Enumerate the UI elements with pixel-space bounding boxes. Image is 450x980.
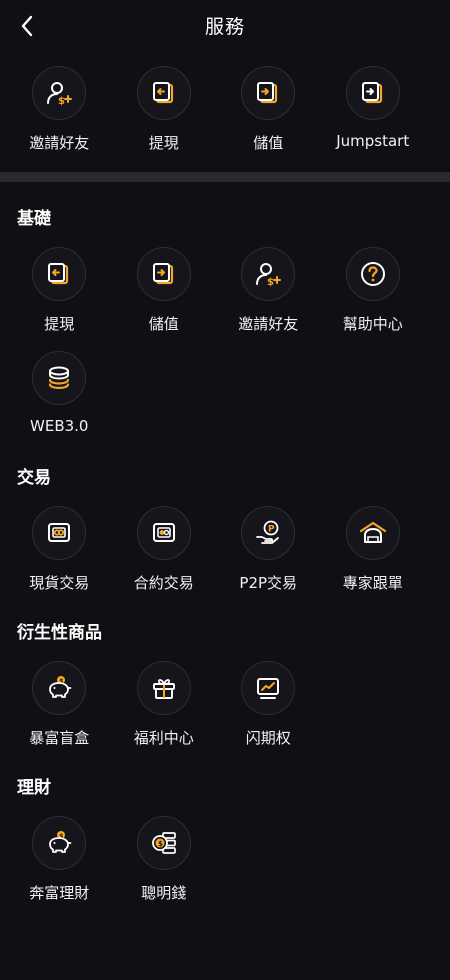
section-grid: $ 奔富理財 $ 聰明錢 (0, 802, 450, 906)
service-tile-invite-friend[interactable]: $ 邀請好友 (7, 52, 112, 156)
service-icon-circle (136, 506, 191, 560)
page-title: 服務 (204, 16, 245, 38)
section-0: 基礎 提現 儲值 $ 邀請好友 幫助中心 WEB3.0 (0, 204, 450, 441)
service-icon-circle (241, 661, 296, 715)
service-tile-withdraw[interactable]: 提現 (7, 233, 112, 337)
jumpstart-icon (358, 78, 388, 108)
web3-icon (44, 363, 74, 393)
service-tile-deposit[interactable]: 儲值 (216, 52, 321, 156)
service-label: 邀請好友 (238, 315, 299, 333)
withdraw-icon (44, 259, 74, 289)
copy-trade-icon (358, 518, 388, 548)
service-label: 聰明錢 (141, 884, 187, 902)
section-title: 交易 (17, 468, 51, 488)
section-2: 衍生性商品 $ 暴富盲盒 福利中心 闪期权 (0, 618, 450, 751)
service-icon-circle (136, 661, 191, 715)
service-label: 提現 (148, 134, 179, 152)
section-title: 衍生性商品 (17, 623, 102, 643)
deposit-icon (149, 259, 179, 289)
service-label: 邀請好友 (29, 134, 90, 152)
service-label: 闪期权 (245, 729, 291, 747)
service-tile-p2p[interactable]: P P2P交易 (216, 492, 321, 596)
withdraw-icon (149, 78, 179, 108)
piggy-icon: $ (44, 828, 74, 858)
invite-friend-icon: $ (44, 78, 74, 108)
service-label: 儲值 (148, 315, 179, 333)
service-icon-circle (241, 66, 296, 120)
service-label: 儲值 (253, 134, 284, 152)
service-icon-circle: $ (32, 661, 87, 715)
service-tile-gift[interactable]: 福利中心 (112, 647, 217, 751)
service-label: Jumpstart (336, 132, 410, 150)
service-label: 奔富理財 (29, 884, 90, 902)
section-3: 理財 $ 奔富理財 $ 聰明錢 (0, 773, 450, 906)
service-icon-circle (345, 247, 400, 301)
gift-icon (149, 673, 179, 703)
service-tile-piggy[interactable]: $ 奔富理財 (7, 802, 112, 906)
deposit-icon (253, 78, 283, 108)
service-tile-spot[interactable]: 現貨交易 (7, 492, 112, 596)
service-label: 暴富盲盒 (29, 729, 90, 747)
invite-friend-icon: $ (253, 259, 283, 289)
service-icon-circle (32, 506, 87, 560)
service-icon-circle (32, 351, 87, 405)
spot-icon (44, 518, 74, 548)
service-label: 專家跟單 (342, 574, 403, 592)
service-label: P2P交易 (239, 574, 298, 592)
service-tile-option[interactable]: 闪期权 (216, 647, 321, 751)
section-title: 基礎 (17, 209, 51, 229)
services-sections: 基礎 提現 儲值 $ 邀請好友 幫助中心 WEB3.0 交易 現貨交易 合約交易… (0, 204, 450, 906)
service-icon-circle (345, 66, 400, 120)
svg-text:$: $ (158, 840, 163, 848)
service-label: 福利中心 (133, 729, 194, 747)
piggy-icon: $ (44, 673, 74, 703)
service-tile-deposit[interactable]: 儲值 (112, 233, 217, 337)
service-icon-circle: $ (136, 816, 191, 870)
smart-money-icon: $ (149, 828, 179, 858)
section-1: 交易 現貨交易 合約交易 P P2P交易 專家跟單 (0, 463, 450, 596)
service-label: 幫助中心 (342, 315, 403, 333)
service-tile-piggy[interactable]: $ 暴富盲盒 (7, 647, 112, 751)
service-icon-circle: $ (32, 66, 87, 120)
service-icon-circle (136, 66, 191, 120)
service-icon-circle: $ (32, 816, 87, 870)
section-grid: $ 暴富盲盒 福利中心 闪期权 (0, 647, 450, 751)
help-icon (358, 259, 388, 289)
option-icon (253, 673, 283, 703)
service-label: WEB3.0 (30, 417, 89, 435)
section-grid: 提現 儲值 $ 邀請好友 幫助中心 WEB3.0 (0, 233, 450, 441)
service-label: 提現 (44, 315, 75, 333)
section-grid: 現貨交易 合約交易 P P2P交易 專家跟單 (0, 492, 450, 596)
service-label: 合約交易 (133, 574, 194, 592)
svg-text:$: $ (267, 277, 274, 288)
service-icon-circle (345, 506, 400, 560)
quick-services-grid: $ 邀請好友 提現 儲值 Jumpstart (0, 52, 450, 156)
service-tile-contract[interactable]: 合約交易 (112, 492, 217, 596)
p2p-icon: P (253, 518, 283, 548)
service-tile-jumpstart[interactable]: Jumpstart (321, 52, 426, 156)
svg-text:$: $ (58, 96, 65, 107)
service-icon-circle: P (241, 506, 296, 560)
service-icon-circle (136, 247, 191, 301)
header: 服務 (0, 0, 450, 52)
svg-text:P: P (268, 525, 275, 535)
service-icon-circle: $ (241, 247, 296, 301)
service-tile-withdraw[interactable]: 提現 (112, 52, 217, 156)
service-tile-copy-trade[interactable]: 專家跟單 (321, 492, 426, 596)
service-tile-web3[interactable]: WEB3.0 (7, 337, 112, 441)
service-label: 現貨交易 (29, 574, 90, 592)
section-divider (0, 172, 450, 182)
section-title: 理財 (17, 778, 51, 798)
service-tile-help[interactable]: 幫助中心 (321, 233, 426, 337)
contract-icon (149, 518, 179, 548)
service-tile-invite-friend[interactable]: $ 邀請好友 (216, 233, 321, 337)
service-icon-circle (32, 247, 87, 301)
service-tile-smart-money[interactable]: $ 聰明錢 (112, 802, 217, 906)
